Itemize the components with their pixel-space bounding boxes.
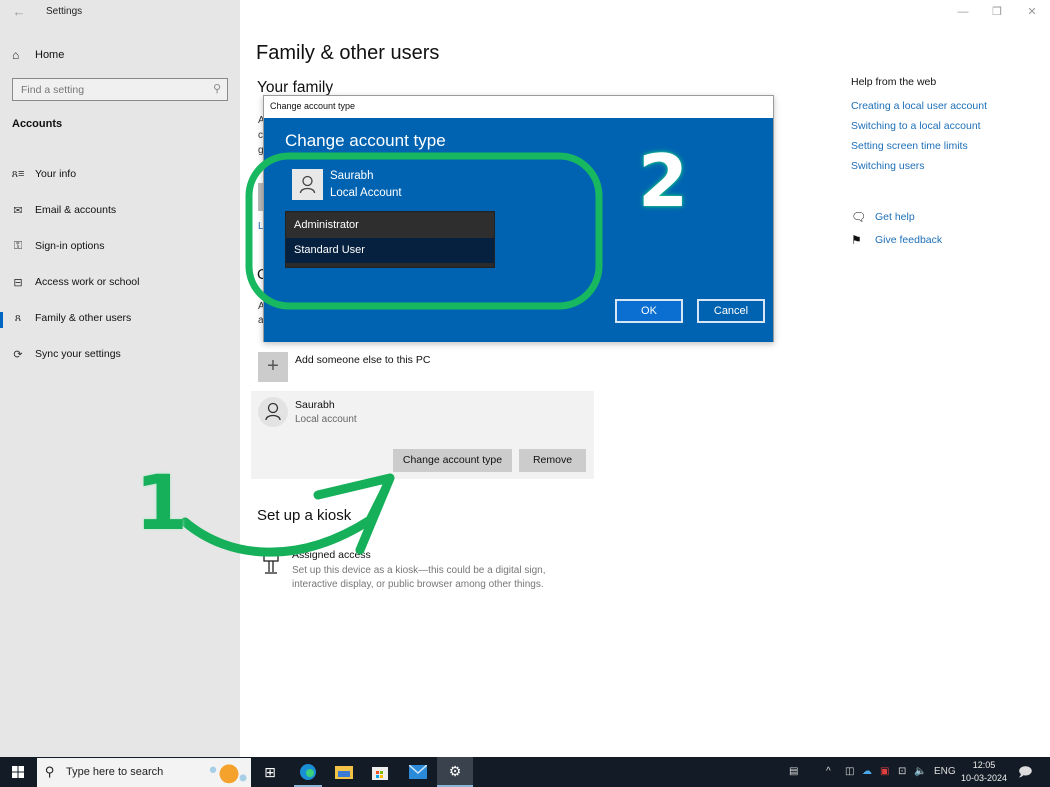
onedrive-icon[interactable]: ☁: [862, 757, 872, 787]
page-title: Family & other users: [256, 42, 440, 64]
user-card[interactable]: Saurabh Local account Change account typ…: [251, 391, 594, 479]
windows-logo-icon: [12, 766, 24, 778]
notifications-icon[interactable]: 🗩: [1018, 757, 1032, 787]
help-link[interactable]: Switching to a local account: [851, 120, 1041, 140]
get-help-label: Get help: [875, 211, 915, 223]
person-icon: [299, 175, 316, 194]
help-link[interactable]: Switching users: [851, 160, 1041, 180]
task-view-icon[interactable]: ⊞: [252, 757, 288, 787]
app-title: Settings: [46, 6, 83, 17]
feedback-icon: ⚑: [851, 233, 862, 247]
assigned-access-link[interactable]: Assigned access: [292, 549, 371, 561]
account-type-dropdown[interactable]: Administrator Standard User: [285, 211, 495, 268]
meet-now-icon[interactable]: ◫: [845, 757, 854, 787]
dialog-user-name: Saurabh: [330, 170, 374, 182]
option-standard-user[interactable]: Standard User: [286, 238, 494, 263]
sidebar-item-access-work[interactable]: ⊟ Access work or school: [0, 264, 240, 300]
clock-date: 10-03-2024: [960, 773, 1008, 783]
your-info-icon: ጸ≡: [11, 167, 25, 180]
clock[interactable]: 12:05 10-03-2024: [958, 759, 1010, 785]
section-heading: Accounts: [12, 118, 63, 130]
person-icon: [265, 402, 281, 421]
user-name: Saurabh: [295, 399, 335, 411]
screen: ← Settings ⌂ Home Find a setting ⚲ Accou…: [0, 0, 1050, 787]
sidebar-item-label: Access work or school: [35, 276, 140, 288]
assigned-access-description: Set up this device as a kiosk—this could…: [292, 565, 546, 590]
add-someone-label: Add someone else to this PC: [295, 354, 431, 366]
sidebar-home[interactable]: ⌂ Home: [12, 46, 64, 64]
dialog-body: Change account type Saurabh Local Accoun…: [264, 118, 773, 342]
show-hidden-icons-chevron[interactable]: ^: [826, 757, 831, 787]
family-icon: ጸ: [14, 311, 22, 324]
microsoft-store-icon[interactable]: [362, 757, 398, 787]
clock-time: 12:05: [972, 760, 996, 770]
start-button[interactable]: [0, 757, 36, 787]
dialog-heading: Change account type: [285, 131, 446, 150]
edge-icon[interactable]: [290, 757, 326, 787]
volume-icon[interactable]: 🔈: [914, 757, 926, 787]
dialog-avatar: [292, 169, 323, 200]
taskbar-search-placeholder: Type here to search: [66, 766, 164, 778]
taskbar: ⚲ Type here to search ⊞ ⚙ ▤ ^ ◫ ☁ ▣ ⊡ 🔈 …: [0, 757, 1050, 787]
search-highlight-image: [207, 759, 247, 786]
sidebar-item-your-info[interactable]: ጸ≡ Your info: [0, 156, 240, 192]
sidebar-item-label: Sign-in options: [35, 240, 105, 252]
get-help-icon: 🗨: [851, 210, 867, 224]
dialog-window-title: Change account type: [270, 101, 356, 111]
sidebar-item-email-accounts[interactable]: ✉ Email & accounts: [0, 192, 240, 228]
cancel-button[interactable]: Cancel: [697, 299, 765, 323]
home-icon: ⌂: [12, 48, 20, 62]
network-icon[interactable]: ⊡: [898, 757, 906, 787]
security-icon[interactable]: ▣: [880, 757, 889, 787]
email-icon: ✉: [13, 204, 23, 217]
language-indicator[interactable]: ENG: [934, 757, 956, 787]
kiosk-icon: [263, 553, 279, 574]
ok-button[interactable]: OK: [615, 299, 683, 323]
option-administrator[interactable]: Administrator: [286, 213, 494, 238]
sidebar-item-label: Sync your settings: [35, 348, 121, 360]
give-feedback-link[interactable]: ⚑ Give feedback: [851, 233, 1041, 256]
sidebar-item-label: Family & other users: [35, 312, 132, 324]
help-heading: Help from the web: [851, 76, 937, 88]
remove-button[interactable]: Remove: [519, 449, 586, 472]
home-label: Home: [35, 49, 65, 61]
dialog-titlebar: Change account type: [264, 96, 773, 118]
kiosk-heading: Set up a kiosk: [257, 507, 352, 524]
restore-icon[interactable]: ❐: [989, 4, 1005, 20]
sidebar-item-sync-settings[interactable]: ⟳ Sync your settings: [0, 336, 240, 372]
key-icon: ⚿: [13, 239, 23, 252]
news-widget-icon[interactable]: ▤: [789, 757, 798, 787]
settings-gear-icon[interactable]: ⚙: [437, 757, 473, 787]
sidebar-item-family-other-users[interactable]: ጸ Family & other users: [0, 300, 240, 336]
close-icon[interactable]: ✕: [1024, 4, 1040, 20]
file-explorer-icon[interactable]: [326, 757, 362, 787]
briefcase-icon: ⊟: [13, 276, 23, 289]
user-avatar: [258, 397, 288, 427]
mail-icon[interactable]: [400, 757, 436, 787]
sidebar-item-label: Your info: [35, 168, 77, 180]
change-account-type-button[interactable]: Change account type: [393, 449, 512, 472]
sidebar-nav: ጸ≡ Your info ✉ Email & accounts ⚿ Sign-i…: [0, 156, 240, 372]
sidebar-item-sign-in-options[interactable]: ⚿ Sign-in options: [0, 228, 240, 264]
help-panel: Help from the web Creating a local user …: [851, 76, 1041, 256]
find-setting-input[interactable]: Find a setting ⚲: [12, 78, 228, 101]
get-help-link[interactable]: 🗨 Get help: [851, 210, 1041, 233]
settings-sidebar: ← Settings ⌂ Home Find a setting ⚲ Accou…: [0, 0, 240, 757]
help-link[interactable]: Setting screen time limits: [851, 140, 1041, 160]
title-bar: ← Settings: [0, 0, 240, 26]
sidebar-item-label: Email & accounts: [35, 204, 117, 216]
help-link[interactable]: Creating a local user account: [851, 100, 1041, 120]
plus-icon: +: [258, 352, 288, 382]
taskbar-search-box[interactable]: ⚲ Type here to search: [37, 758, 251, 787]
sync-icon: ⟳: [13, 348, 23, 361]
back-arrow-icon[interactable]: ←: [10, 4, 28, 20]
give-feedback-label: Give feedback: [875, 234, 943, 246]
search-icon: ⚲: [45, 764, 55, 779]
minimize-icon[interactable]: —: [955, 4, 971, 20]
user-account-type: Local account: [295, 414, 357, 425]
change-account-type-dialog: Change account type Change account type …: [263, 95, 774, 342]
dialog-account-kind: Local Account: [330, 187, 402, 199]
search-icon: ⚲: [212, 83, 221, 95]
search-placeholder: Find a setting: [21, 84, 85, 96]
